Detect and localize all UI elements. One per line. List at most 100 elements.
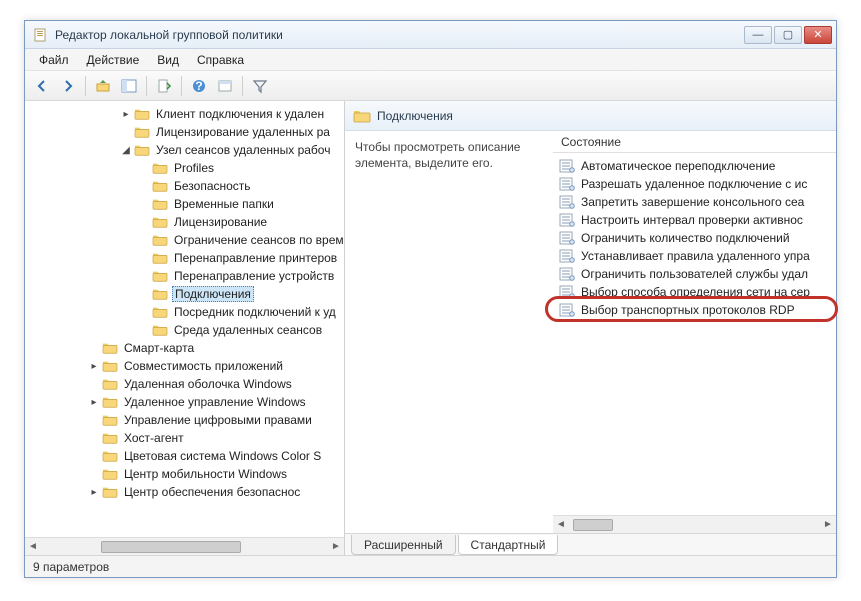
folder-icon: [102, 341, 118, 355]
menu-action[interactable]: Действие: [79, 51, 148, 69]
setting-item[interactable]: Выбор способа определения сети на сер: [553, 283, 836, 301]
expand-icon[interactable]: ▸: [88, 486, 100, 498]
tree-item-label: Лицензирование удаленных ра: [154, 125, 332, 139]
setting-item[interactable]: Настроить интервал проверки активнос: [553, 211, 836, 229]
svg-text:?: ?: [195, 79, 202, 93]
toolbar-separator: [146, 76, 147, 96]
setting-icon: [559, 177, 575, 191]
tab-extended[interactable]: Расширенный: [351, 535, 456, 555]
collapse-icon[interactable]: ◢: [120, 144, 132, 156]
scroll-thumb[interactable]: [101, 541, 241, 553]
expand-icon[interactable]: ▸: [120, 108, 132, 120]
folder-icon: [102, 485, 118, 499]
setting-item[interactable]: Автоматическое переподключение: [553, 157, 836, 175]
help-button[interactable]: ?: [188, 75, 210, 97]
folder-icon: [102, 395, 118, 409]
expand-placeholder: [138, 288, 150, 300]
setting-item-label: Настроить интервал проверки активнос: [581, 213, 803, 227]
folder-icon: [152, 269, 168, 283]
tree-item-label: Центр мобильности Windows: [122, 467, 289, 481]
maximize-button[interactable]: ▢: [774, 26, 802, 44]
tree-item[interactable]: Временные папки: [25, 195, 344, 213]
tree-item-label: Перенаправление устройств: [172, 269, 336, 283]
show-tree-button[interactable]: [118, 75, 140, 97]
scroll-left-icon[interactable]: ◄: [25, 539, 41, 555]
tree-item[interactable]: Удаленная оболочка Windows: [25, 375, 344, 393]
folder-icon: [353, 108, 371, 124]
tree-item[interactable]: Хост-агент: [25, 429, 344, 447]
tree-item[interactable]: Перенаправление устройств: [25, 267, 344, 285]
setting-item-label: Ограничить пользователей службы удал: [581, 267, 808, 281]
tree-item[interactable]: ▸ Центр обеспечения безопаснос: [25, 483, 344, 501]
tree-item[interactable]: ▸Клиент подключения к удален: [25, 105, 344, 123]
app-window: Редактор локальной групповой политики — …: [24, 20, 837, 578]
window-title: Редактор локальной групповой политики: [55, 28, 744, 42]
tree-item[interactable]: Лицензирование: [25, 213, 344, 231]
view-tabs: Расширенный Стандартный: [345, 533, 836, 555]
toolbar-separator: [181, 76, 182, 96]
tree-item[interactable]: Управление цифровыми правами: [25, 411, 344, 429]
tree-item[interactable]: Среда удаленных сеансов: [25, 321, 344, 339]
menu-view[interactable]: Вид: [149, 51, 187, 69]
tree-item-label: Совместимость приложений: [122, 359, 285, 373]
tree-item[interactable]: Перенаправление принтеров: [25, 249, 344, 267]
filter-button[interactable]: [249, 75, 271, 97]
tree-item[interactable]: Безопасность: [25, 177, 344, 195]
expand-placeholder: [138, 306, 150, 318]
scroll-left-icon[interactable]: ◄: [553, 517, 569, 533]
expand-placeholder: [138, 216, 150, 228]
menu-help[interactable]: Справка: [189, 51, 252, 69]
toolbar: ?: [25, 71, 836, 101]
scroll-right-icon[interactable]: ►: [328, 539, 344, 555]
tree-item[interactable]: Смарт-карта: [25, 339, 344, 357]
tab-standard[interactable]: Стандартный: [458, 535, 559, 555]
forward-button[interactable]: [57, 75, 79, 97]
menu-file[interactable]: Файл: [31, 51, 77, 69]
setting-item[interactable]: Ограничить количество подключений: [553, 229, 836, 247]
tree-item[interactable]: Лицензирование удаленных ра: [25, 123, 344, 141]
tree-item[interactable]: Центр мобильности Windows: [25, 465, 344, 483]
scroll-right-icon[interactable]: ►: [820, 517, 836, 533]
close-button[interactable]: ✕: [804, 26, 832, 44]
setting-item[interactable]: Разрешать удаленное подключение с ис: [553, 175, 836, 193]
tree-item-selected[interactable]: Подключения: [25, 285, 344, 303]
tree-item-label: Цветовая система Windows Color S: [122, 449, 323, 463]
expand-placeholder: [138, 234, 150, 246]
setting-item[interactable]: Устанавливает правила удаленного упра: [553, 247, 836, 265]
setting-item-label: Устанавливает правила удаленного упра: [581, 249, 810, 263]
up-button[interactable]: [92, 75, 114, 97]
tree-item[interactable]: Profiles: [25, 159, 344, 177]
setting-item-highlighted[interactable]: Выбор транспортных протоколов RDP: [553, 301, 836, 319]
expand-placeholder: [120, 126, 132, 138]
expand-placeholder: [88, 342, 100, 354]
tree-horizontal-scrollbar[interactable]: ◄ ►: [25, 537, 344, 555]
minimize-button[interactable]: —: [744, 26, 772, 44]
tree-item[interactable]: Цветовая система Windows Color S: [25, 447, 344, 465]
tree-item-label: Удаленная оболочка Windows: [122, 377, 294, 391]
detail-header: Подключения: [345, 101, 836, 131]
column-header-state[interactable]: Состояние: [553, 131, 836, 153]
folder-icon: [134, 107, 150, 121]
tree-item[interactable]: Ограничение сеансов по врем: [25, 231, 344, 249]
setting-item[interactable]: Ограничить пользователей службы удал: [553, 265, 836, 283]
folder-icon: [152, 251, 168, 265]
tree[interactable]: ▸Клиент подключения к удален Лицензирован…: [25, 101, 344, 537]
folder-icon: [102, 359, 118, 373]
back-button[interactable]: [31, 75, 53, 97]
tree-item[interactable]: ▸ Совместимость приложений: [25, 357, 344, 375]
expand-icon[interactable]: ▸: [88, 396, 100, 408]
folder-icon: [152, 179, 168, 193]
folder-icon: [152, 287, 168, 301]
export-button[interactable]: [153, 75, 175, 97]
expand-icon[interactable]: ▸: [88, 360, 100, 372]
tree-item[interactable]: ▸Удаленное управление Windows: [25, 393, 344, 411]
statusbar: 9 параметров: [25, 555, 836, 577]
scroll-thumb[interactable]: [573, 519, 613, 531]
list-horizontal-scrollbar[interactable]: ◄ ►: [553, 515, 836, 533]
tree-item-label: Центр обеспечения безопаснос: [122, 485, 302, 499]
tree-item[interactable]: ◢Узел сеансов удаленных рабоч: [25, 141, 344, 159]
tree-item[interactable]: Посредник подключений к уд: [25, 303, 344, 321]
setting-item[interactable]: Запретить завершение консольного сеа: [553, 193, 836, 211]
properties-button[interactable]: [214, 75, 236, 97]
setting-item-label: Запретить завершение консольного сеа: [581, 195, 804, 209]
